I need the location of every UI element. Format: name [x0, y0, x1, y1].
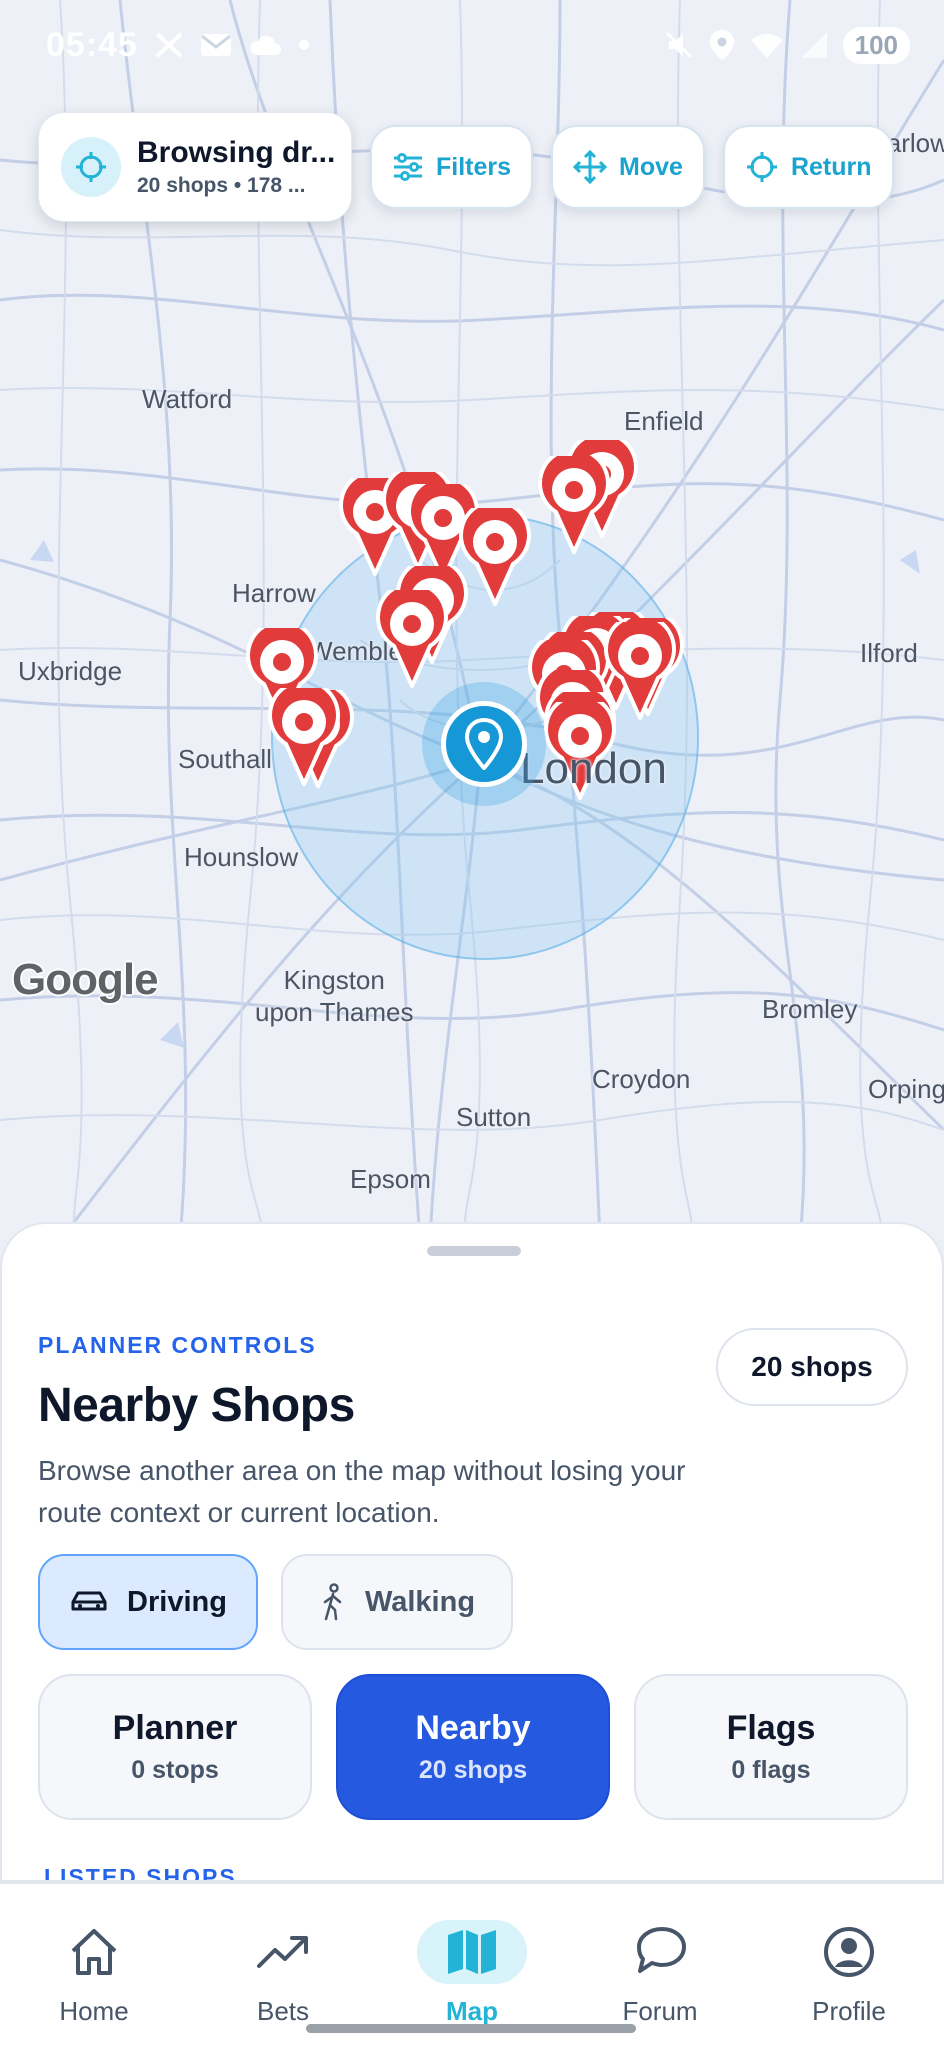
trending-icon	[256, 1920, 310, 1984]
tab-flags[interactable]: Flags 0 flags	[634, 1674, 908, 1820]
shop-pin-marker[interactable]	[264, 679, 344, 788]
chat-icon	[632, 1920, 688, 1984]
walking-mode-button[interactable]: Walking	[281, 1554, 513, 1650]
mute-icon	[665, 31, 692, 59]
filters-label: Filters	[436, 152, 512, 181]
car-icon	[71, 1591, 107, 1611]
place-label: Kingston upon Thames	[255, 965, 414, 1027]
x-app-icon	[155, 32, 183, 58]
tab-nearby[interactable]: Nearby 20 shops	[336, 1674, 610, 1820]
nav-forum[interactable]: Forum	[585, 1920, 735, 2027]
move-label: Move	[619, 152, 683, 181]
home-indicator	[306, 2024, 636, 2033]
nav-profile[interactable]: Profile	[774, 1920, 924, 2027]
tab-planner-sub: 0 stops	[131, 1756, 219, 1784]
place-label: Uxbridge	[18, 656, 123, 686]
battery-indicator: 100	[842, 26, 910, 64]
driving-label: Driving	[127, 1585, 227, 1618]
wifi-icon	[750, 33, 783, 58]
return-button[interactable]: Return	[722, 125, 894, 209]
sheet-description: Browse another area on the map without l…	[38, 1455, 686, 1528]
browsing-area-card[interactable]: Browsing dr... 20 shops • 178 ...	[38, 112, 352, 222]
nav-profile-label: Profile	[812, 1996, 886, 2026]
planner-bottom-sheet[interactable]: PLANNER CONTROLS Nearby Shops Browse ano…	[0, 1222, 944, 1882]
place-label: Hounslow	[184, 842, 299, 872]
tab-nearby-title: Nearby	[415, 1709, 531, 1747]
filters-button[interactable]: Filters	[370, 125, 534, 209]
mail-icon	[200, 34, 231, 56]
nav-home-label: Home	[59, 1996, 129, 2026]
walking-label: Walking	[364, 1585, 476, 1618]
location-pin-icon	[464, 718, 504, 770]
sheet-eyebrow: PLANNER CONTROLS	[38, 1332, 317, 1358]
shop-pin-marker[interactable]	[534, 447, 614, 556]
place-label: Croydon	[592, 1064, 691, 1094]
tab-flags-sub: 0 flags	[731, 1756, 811, 1784]
driving-mode-button[interactable]: Driving	[38, 1554, 258, 1650]
location-status-icon	[709, 30, 734, 60]
browsing-subtitle: 20 shops • 178 ...	[137, 174, 306, 197]
tab-planner[interactable]: Planner 0 stops	[38, 1674, 312, 1820]
crosshair-icon	[746, 152, 777, 182]
place-label: Ilford	[860, 638, 918, 668]
nav-bets-label: Bets	[256, 1996, 310, 2026]
nav-bets[interactable]: Bets	[208, 1920, 358, 2027]
google-attribution: Google	[12, 955, 159, 1004]
home-icon	[67, 1920, 121, 1984]
place-label: Sutton	[456, 1102, 532, 1132]
shop-count-badge: 20 shops	[716, 1328, 908, 1406]
shop-pin-marker[interactable]	[372, 581, 452, 690]
dot-icon	[298, 40, 309, 50]
return-label: Return	[790, 152, 872, 181]
tab-planner-title: Planner	[112, 1709, 238, 1747]
move-button[interactable]: Move	[551, 125, 705, 209]
map-toolbar: Browsing dr... 20 shops • 178 ... Filter…	[38, 112, 894, 222]
map-icon	[417, 1920, 527, 1984]
status-time: 05:45	[46, 25, 138, 64]
current-location-marker[interactable]	[422, 682, 546, 806]
nav-forum-label: Forum	[622, 1996, 698, 2026]
tab-nearby-sub: 20 shops	[418, 1756, 528, 1784]
nav-home[interactable]: Home	[19, 1920, 169, 2027]
status-bar: 05:45 100	[0, 0, 944, 90]
place-label: Harrow	[232, 578, 316, 608]
cloud-icon	[250, 35, 281, 55]
tab-flags-title: Flags	[726, 1709, 816, 1747]
place-label: Watford	[142, 384, 233, 414]
listed-shops-heading: LISTED SHOPS	[44, 1864, 237, 1882]
walking-icon	[323, 1583, 342, 1621]
sliders-icon	[394, 153, 422, 181]
profile-icon	[822, 1920, 876, 1984]
place-label: Southall	[178, 744, 272, 774]
nav-map-label: Map	[446, 1996, 498, 2026]
browsing-title: Browsing dr...	[137, 136, 336, 169]
crosshair-icon	[61, 137, 121, 197]
place-label: Bromley	[762, 994, 858, 1024]
place-label: Epsom	[350, 1164, 431, 1194]
place-label: Orping	[868, 1074, 944, 1104]
nav-map[interactable]: Map	[397, 1920, 547, 2027]
sheet-drag-handle[interactable]	[427, 1246, 521, 1256]
sheet-title: Nearby Shops	[38, 1379, 355, 1432]
move-arrows-icon	[573, 150, 608, 184]
place-label: Enfield	[624, 406, 704, 436]
signal-icon	[800, 32, 827, 58]
bottom-navigation: Home Bets Map Forum Profile	[0, 1882, 944, 2045]
